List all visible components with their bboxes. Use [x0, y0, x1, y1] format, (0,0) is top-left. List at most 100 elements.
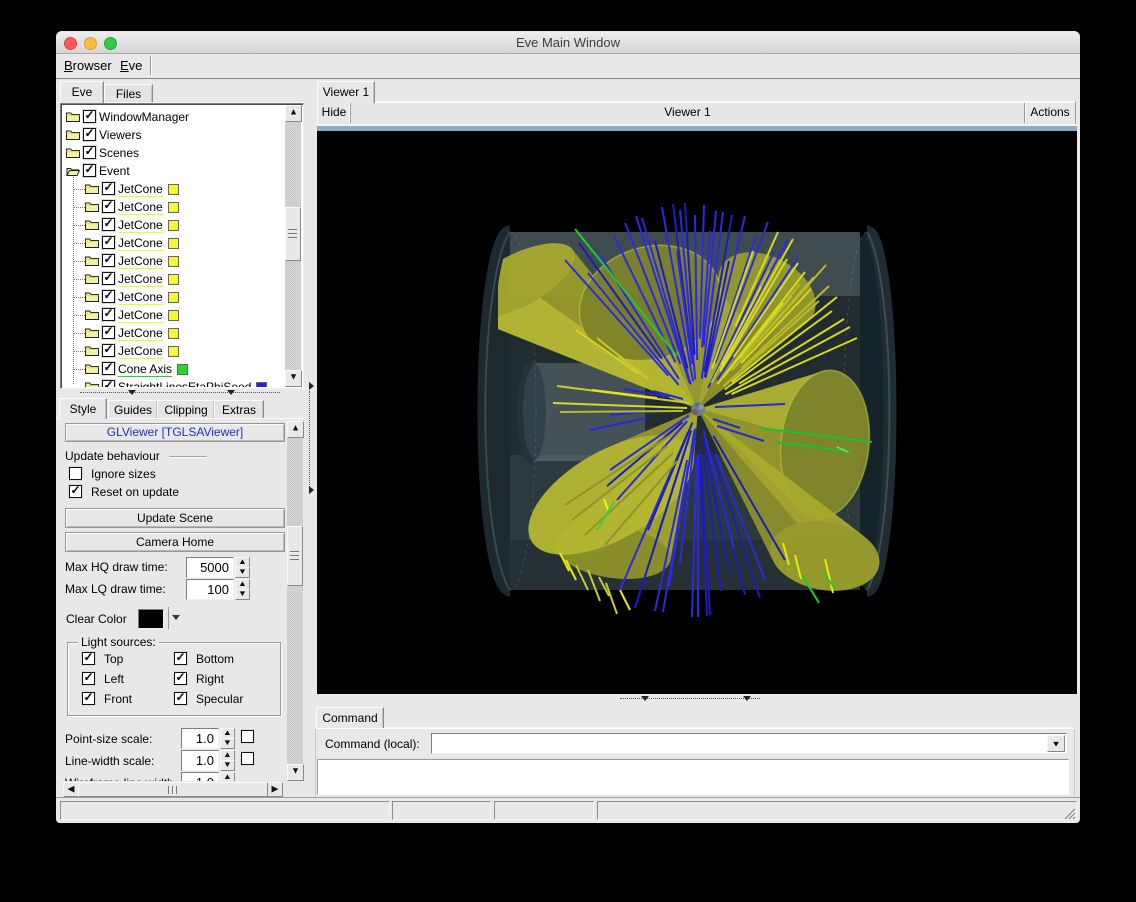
tab-eve[interactable]: Eve	[60, 81, 104, 103]
tree-item-scenes[interactable]: ✓Scenes	[63, 144, 286, 162]
menu-browser[interactable]: Browser	[64, 58, 112, 73]
line-width-checkbox[interactable]	[241, 752, 254, 765]
tree-checkbox[interactable]: ✓	[83, 164, 96, 177]
tree-item-viewers[interactable]: ✓Viewers	[63, 126, 286, 144]
color-swatch[interactable]	[168, 256, 179, 267]
ignore-sizes-checkbox[interactable]	[69, 467, 82, 480]
wireframe-field[interactable]: 1.0	[181, 772, 219, 781]
command-dropdown-icon[interactable]: ▼	[1047, 735, 1065, 752]
tree-item-jetcone[interactable]: ✓JetCone	[63, 234, 286, 252]
tree-item-event[interactable]: ✓Event	[63, 162, 286, 180]
camera-home-button[interactable]: Camera Home	[65, 532, 285, 552]
tree-scroll-down-icon[interactable]: ▼	[285, 370, 302, 387]
tree-item-label[interactable]: JetCone	[118, 290, 163, 305]
tree-item-label[interactable]: JetCone	[118, 182, 163, 197]
tree-checkbox[interactable]: ✓	[102, 218, 115, 231]
light-right-checkbox[interactable]: ✓	[174, 672, 187, 685]
tree-checkbox[interactable]: ✓	[102, 380, 115, 387]
tree-checkbox[interactable]: ✓	[102, 254, 115, 267]
max-hq-field[interactable]: 5000	[186, 557, 234, 578]
tree-checkbox[interactable]: ✓	[83, 146, 96, 159]
color-swatch[interactable]	[168, 202, 179, 213]
tree-checkbox[interactable]: ✓	[83, 128, 96, 141]
settings-scroll-left-icon[interactable]: ◀	[63, 782, 79, 797]
tree-item-jetcone[interactable]: ✓JetCone	[63, 180, 286, 198]
tree-item-label[interactable]: JetCone	[118, 272, 163, 287]
clear-color-dropdown-icon[interactable]	[172, 615, 180, 620]
settings-scroll-right-icon[interactable]: ▶	[267, 782, 283, 797]
tree-item-label[interactable]: StraightLinesEtaPhiSeed	[118, 380, 251, 387]
tree-item-windowmanager[interactable]: ✓WindowManager	[63, 108, 286, 126]
clear-color-swatch[interactable]	[138, 609, 164, 629]
light-front-checkbox[interactable]: ✓	[82, 692, 95, 705]
tab-guides[interactable]: Guides	[108, 400, 158, 419]
tree-item-label[interactable]: Scenes	[99, 146, 139, 160]
color-swatch[interactable]	[168, 238, 179, 249]
tab-viewer-1[interactable]: Viewer 1	[317, 81, 375, 103]
color-swatch[interactable]	[256, 382, 267, 387]
tree-item-jetcone[interactable]: ✓JetCone	[63, 198, 286, 216]
max-lq-field[interactable]: 100	[186, 579, 234, 600]
tree-splitter[interactable]	[80, 392, 280, 393]
settings-scroll-up-icon[interactable]: ▲	[287, 421, 304, 438]
tree-item-jetcone[interactable]: ✓JetCone	[63, 324, 286, 342]
color-swatch[interactable]	[168, 220, 179, 231]
tree-checkbox[interactable]: ✓	[102, 182, 115, 195]
tree-item-label[interactable]: WindowManager	[99, 110, 189, 124]
tab-clipping[interactable]: Clipping	[157, 400, 215, 419]
light-top-checkbox[interactable]: ✓	[82, 652, 95, 665]
resize-grip-icon[interactable]	[1062, 806, 1076, 820]
color-swatch[interactable]	[168, 310, 179, 321]
settings-vscrollbar[interactable]	[287, 421, 303, 780]
reset-on-update-checkbox[interactable]: ✓	[69, 485, 82, 498]
tree-item-label[interactable]: JetCone	[118, 326, 163, 341]
light-bottom-checkbox[interactable]: ✓	[174, 652, 187, 665]
tab-extras[interactable]: Extras	[214, 400, 264, 419]
settings-scroll-down-icon[interactable]: ▼	[287, 764, 304, 781]
tree-checkbox[interactable]: ✓	[102, 308, 115, 321]
command-input[interactable]: ▼	[431, 733, 1067, 754]
tab-command[interactable]: Command	[316, 707, 384, 728]
light-left-checkbox[interactable]: ✓	[82, 672, 95, 685]
color-swatch[interactable]	[168, 292, 179, 303]
tree-checkbox[interactable]: ✓	[102, 236, 115, 249]
actions-button[interactable]: Actions	[1024, 102, 1075, 123]
tree-item-straightlinesetaphiseed[interactable]: ✓StraightLinesEtaPhiSeed	[63, 378, 286, 387]
tree-item-label[interactable]: Event	[99, 164, 130, 178]
tree-scroll-up-icon[interactable]: ▲	[285, 105, 302, 122]
tree-item-label[interactable]: Cone Axis	[118, 362, 172, 377]
point-size-field[interactable]: 1.0	[181, 728, 219, 749]
tree-checkbox[interactable]: ✓	[83, 110, 96, 123]
color-swatch[interactable]	[177, 364, 188, 375]
color-swatch[interactable]	[168, 184, 179, 195]
glviewer-button[interactable]: GLViewer [TGLSAViewer]	[65, 423, 285, 442]
tab-style[interactable]: Style	[59, 398, 107, 419]
tree-item-jetcone[interactable]: ✓JetCone	[63, 306, 286, 324]
tree-checkbox[interactable]: ✓	[102, 362, 115, 375]
tree-checkbox[interactable]: ✓	[102, 326, 115, 339]
tree-scrollbar-thumb[interactable]	[285, 207, 301, 261]
tree-item-jetcone[interactable]: ✓JetCone	[63, 270, 286, 288]
tree-item-label[interactable]: JetCone	[118, 254, 163, 269]
main-splitter[interactable]	[309, 391, 310, 491]
tree-item-jetcone[interactable]: ✓JetCone	[63, 216, 286, 234]
tree-item-label[interactable]: JetCone	[118, 200, 163, 215]
title-bar[interactable]: Eve Main Window	[56, 31, 1080, 54]
settings-vscrollbar-thumb[interactable]	[287, 526, 303, 586]
gl-viewport[interactable]	[317, 131, 1077, 694]
command-output[interactable]	[317, 759, 1069, 795]
color-swatch[interactable]	[168, 274, 179, 285]
point-size-checkbox[interactable]	[241, 730, 254, 743]
line-width-field[interactable]: 1.0	[181, 750, 219, 771]
tree-item-jetcone[interactable]: ✓JetCone	[63, 288, 286, 306]
tree-item-cone-axis[interactable]: ✓Cone Axis	[63, 360, 286, 378]
tree-checkbox[interactable]: ✓	[102, 290, 115, 303]
tree-item-label[interactable]: Viewers	[99, 128, 141, 142]
color-swatch[interactable]	[168, 346, 179, 357]
tree-item-label[interactable]: JetCone	[118, 308, 163, 323]
tree-item-jetcone[interactable]: ✓JetCone	[63, 342, 286, 360]
menu-eve[interactable]: Eve	[120, 58, 142, 73]
tree-item-label[interactable]: JetCone	[118, 344, 163, 359]
tree-checkbox[interactable]: ✓	[102, 344, 115, 357]
tree-checkbox[interactable]: ✓	[102, 200, 115, 213]
